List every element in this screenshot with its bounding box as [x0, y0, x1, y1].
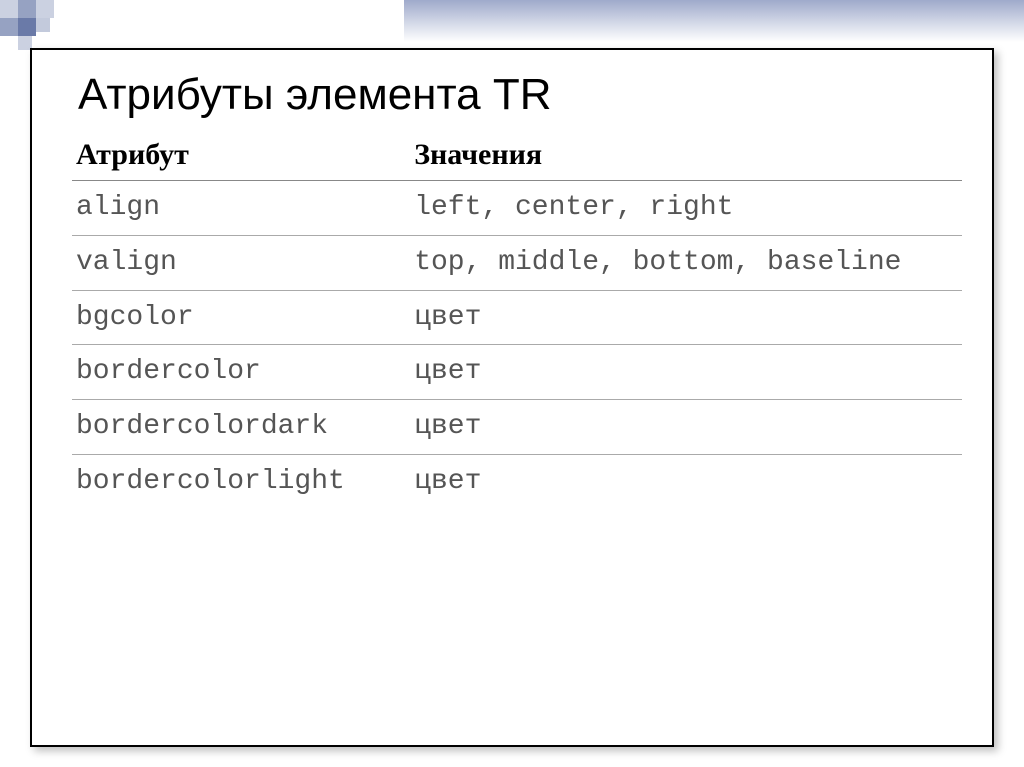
- table-row: bordercolordark цвет: [72, 400, 962, 455]
- header-values: Значения: [410, 132, 962, 181]
- corner-decoration: [0, 0, 70, 50]
- cell-values: цвет: [410, 290, 962, 345]
- cell-attr: bordercolor: [72, 345, 410, 400]
- cell-values: top, middle, bottom, baseline: [410, 235, 962, 290]
- slide-title: Атрибуты элемента TR: [72, 70, 962, 120]
- cell-attr: bgcolor: [72, 290, 410, 345]
- slide-frame: Атрибуты элемента TR Атрибут Значения al…: [30, 48, 994, 747]
- cell-attr: valign: [72, 235, 410, 290]
- table-row: bgcolor цвет: [72, 290, 962, 345]
- table-row: bordercolorlight цвет: [72, 454, 962, 508]
- table-row: valign top, middle, bottom, baseline: [72, 235, 962, 290]
- cell-attr: bordercolordark: [72, 400, 410, 455]
- table-row: bordercolor цвет: [72, 345, 962, 400]
- cell-values: цвет: [410, 345, 962, 400]
- table-header-row: Атрибут Значения: [72, 132, 962, 181]
- cell-attr: bordercolorlight: [72, 454, 410, 508]
- cell-attr: align: [72, 181, 410, 236]
- cell-values: цвет: [410, 454, 962, 508]
- top-gradient: [404, 0, 1024, 42]
- cell-values: left, center, right: [410, 181, 962, 236]
- table-row: align left, center, right: [72, 181, 962, 236]
- cell-values: цвет: [410, 400, 962, 455]
- attributes-table: Атрибут Значения align left, center, rig…: [72, 132, 962, 509]
- header-attribute: Атрибут: [72, 132, 410, 181]
